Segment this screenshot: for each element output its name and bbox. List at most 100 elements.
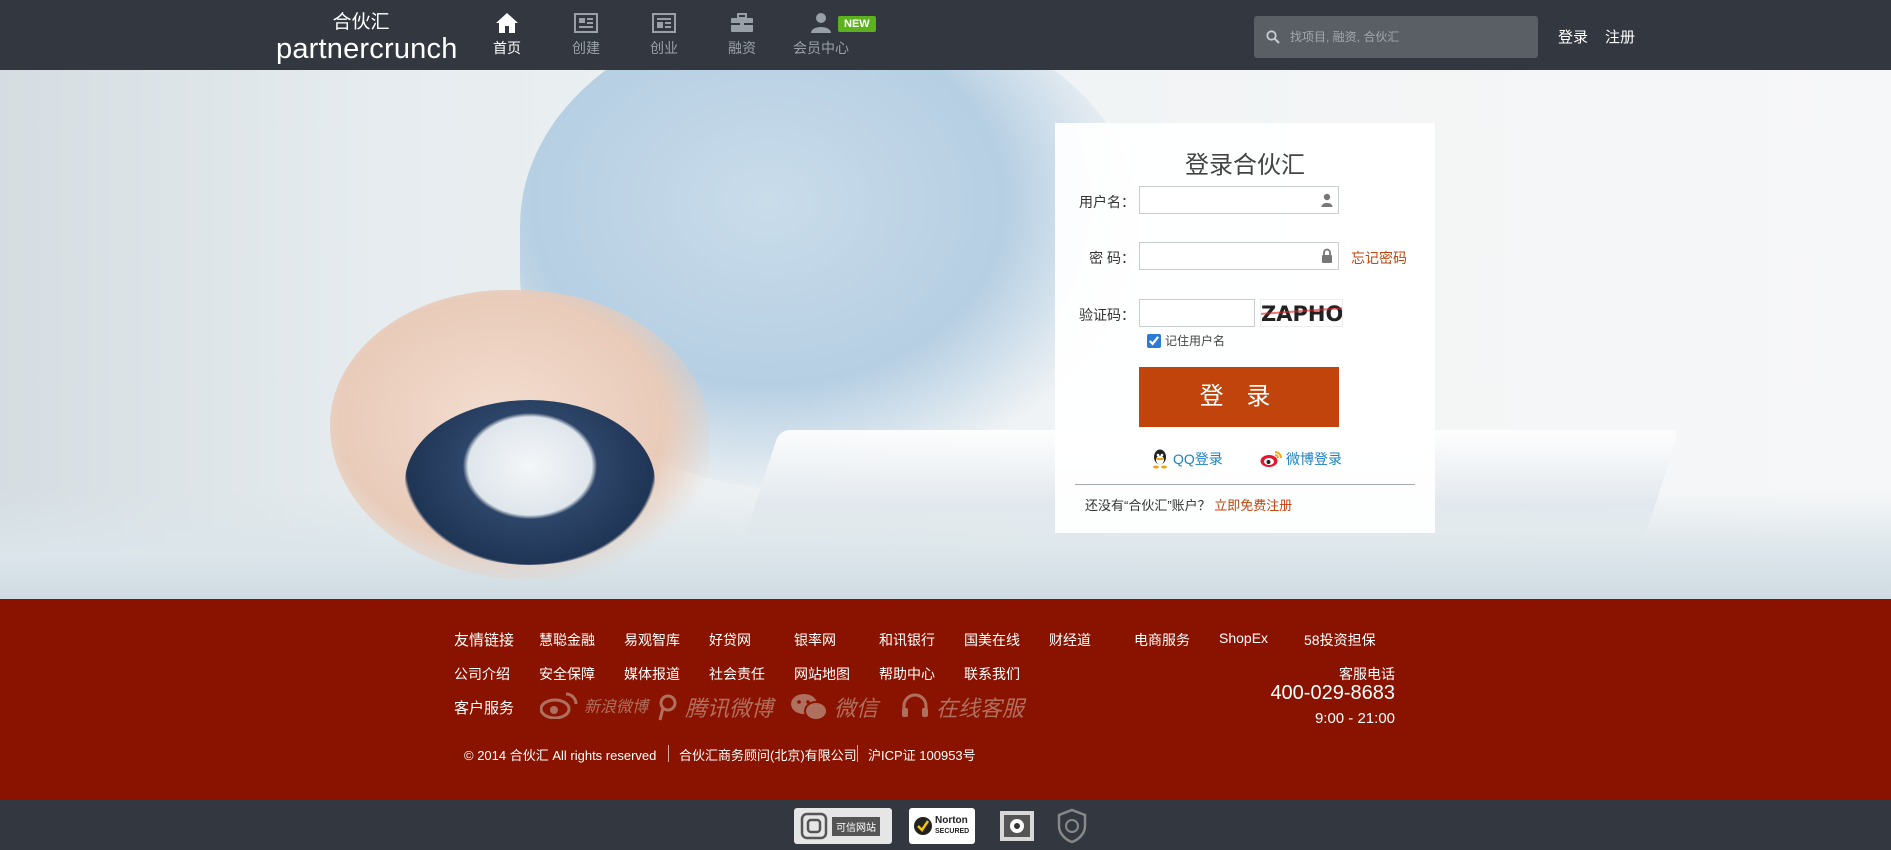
company-name: 合伙汇商务顾问(北京)有限公司 [679, 748, 857, 763]
gov-emblem-badge[interactable] [1056, 808, 1088, 844]
captcha-input[interactable] [1139, 299, 1255, 327]
nav-label-startup: 创业 [650, 40, 678, 56]
copyright-text: © 2014 合伙汇 All rights reserved [464, 748, 657, 763]
friend-link[interactable]: 银率网 [794, 630, 836, 650]
document-icon [652, 13, 676, 33]
nav-label-home: 首页 [493, 40, 521, 56]
weibo-login-link[interactable]: 微博登录 [1260, 449, 1342, 469]
friend-link[interactable]: 易观智库 [624, 630, 680, 650]
nav-item-financing[interactable]: 融资 [707, 12, 777, 58]
footer-info-link[interactable]: 帮助中心 [879, 664, 935, 684]
copyright-separator [668, 745, 669, 762]
icp-license[interactable]: 沪ICP证 100953号 [868, 745, 976, 764]
copyright-separator [857, 745, 858, 762]
friend-links-label: 友情链接 [454, 632, 515, 649]
police-badge-icon [1000, 811, 1034, 841]
phone-label: 客服电话 [1339, 666, 1395, 682]
password-input[interactable] [1139, 242, 1339, 270]
hero-mouse-shape [405, 400, 655, 565]
trusted-site-badge[interactable]: 可信网站 [794, 808, 892, 844]
certification-bar: 可信网站 Norton SECURED [0, 800, 1891, 850]
header-register-link[interactable]: 注册 [1605, 26, 1635, 47]
weibo-icon [1260, 451, 1282, 467]
norton-text: Norton SECURED [935, 815, 969, 837]
wechat-icon [791, 694, 828, 721]
login-card: 登录合伙汇 用户名： 密 码： 忘记密码 验证码： ZAPHOT 记住用户名 登… [1055, 123, 1435, 533]
no-account-text: 还没有“合伙汇”账户？ [1085, 498, 1211, 513]
friend-link[interactable]: 好贷网 [709, 630, 751, 650]
footer-info-link[interactable]: 公司介绍 [454, 664, 510, 684]
new-badge: NEW [838, 16, 876, 32]
norton-checkmark-icon [914, 817, 932, 835]
sina-weibo-icon [540, 692, 578, 719]
footer-info-link[interactable]: 媒体报道 [624, 664, 680, 684]
online-support-label: 在线客服 [936, 696, 1025, 721]
tencent-weibo-label: 腾讯微博 [685, 696, 774, 721]
lock-icon [1322, 248, 1332, 263]
trusted-site-icon [800, 812, 828, 840]
home-icon [496, 13, 518, 33]
friend-link[interactable]: 慧聪金融 [539, 630, 595, 650]
sina-weibo-service[interactable]: 新浪微博 [540, 691, 648, 719]
search-icon [1266, 30, 1280, 44]
wechat-label: 微信 [834, 696, 879, 721]
user-field-icon [1321, 193, 1333, 207]
wechat-service[interactable]: 微信 [790, 691, 878, 723]
search-box[interactable] [1254, 16, 1538, 58]
newspaper-icon [574, 13, 598, 33]
forgot-password-link[interactable]: 忘记密码 [1351, 248, 1407, 268]
header-login-link[interactable]: 登录 [1558, 26, 1588, 47]
qq-login-label: QQ登录 [1173, 451, 1223, 467]
footer-info-link[interactable]: 安全保障 [539, 664, 595, 684]
friend-link[interactable]: 电商服务 [1134, 630, 1190, 650]
police-badge[interactable] [996, 808, 1038, 844]
hero-desk-shape [0, 490, 1891, 599]
footer-info-link[interactable]: 联系我们 [964, 664, 1020, 684]
support-phone-number: 400-029-8683 [1270, 682, 1395, 704]
footer-info-link[interactable]: 网站地图 [794, 664, 850, 684]
login-title: 登录合伙汇 [1185, 152, 1305, 179]
captcha-image[interactable]: ZAPHOT [1260, 299, 1343, 327]
nav-item-create[interactable]: 创建 [551, 12, 621, 58]
login-card-divider [1075, 484, 1415, 485]
remember-checkbox[interactable] [1147, 333, 1161, 348]
username-label: 用户名： [1079, 194, 1135, 210]
online-support-service[interactable]: 在线客服 [900, 691, 1024, 723]
logo-english-text: partnercrunch [276, 33, 458, 65]
nav-item-home[interactable]: 首页 [472, 12, 542, 58]
nav-item-startup[interactable]: 创业 [629, 12, 699, 58]
norton-secured-badge[interactable]: Norton SECURED [909, 808, 975, 844]
briefcase-icon [731, 13, 753, 32]
site-footer: 友情链接 慧聪金融 易观智库 好贷网 银率网 和讯银行 国美在线 财经道 电商服… [0, 599, 1891, 800]
trusted-site-label: 可信网站 [832, 816, 880, 836]
user-icon [811, 13, 831, 33]
norton-secured: SECURED [935, 828, 970, 835]
login-submit-button[interactable]: 登 录 [1139, 367, 1339, 427]
footer-info-link[interactable]: 社会责任 [709, 664, 765, 684]
weibo-login-label: 微博登录 [1286, 451, 1342, 467]
friend-link[interactable]: 58投资担保 [1304, 630, 1376, 650]
username-input[interactable] [1139, 186, 1339, 214]
customer-service-label: 客户服务 [454, 700, 515, 717]
friend-link[interactable]: 和讯银行 [879, 630, 935, 650]
remember-label: 记住用户名 [1165, 334, 1226, 348]
qq-penguin-icon [1153, 449, 1167, 469]
password-label: 密 码： [1089, 250, 1135, 266]
nav-label-member-center: 会员中心 [793, 40, 849, 56]
register-prompt: 还没有“合伙汇”账户？ 立即免费注册 [1085, 495, 1292, 514]
site-logo[interactable]: 合伙汇 partnercrunch [276, 12, 458, 65]
friend-link[interactable]: 国美在线 [964, 630, 1020, 650]
nav-label-create: 创建 [572, 40, 600, 56]
friend-link[interactable]: ShopEx [1219, 630, 1268, 646]
top-navigation-bar: 合伙汇 partnercrunch 首页 创建 创业 融资 会员中心 NEW 找… [0, 0, 1891, 70]
friend-link[interactable]: 财经道 [1049, 630, 1091, 650]
logo-chinese-text: 合伙汇 [332, 12, 390, 33]
remember-username[interactable]: 记住用户名 [1147, 332, 1225, 349]
register-free-link[interactable]: 立即免费注册 [1214, 498, 1292, 513]
tencent-weibo-icon [658, 694, 677, 721]
search-input[interactable] [1290, 25, 1530, 49]
qq-login-link[interactable]: QQ登录 [1151, 449, 1223, 469]
headset-icon [902, 693, 928, 717]
support-hours: 9:00 - 21:00 [1314, 710, 1395, 727]
tencent-weibo-service[interactable]: 腾讯微博 [657, 691, 773, 723]
